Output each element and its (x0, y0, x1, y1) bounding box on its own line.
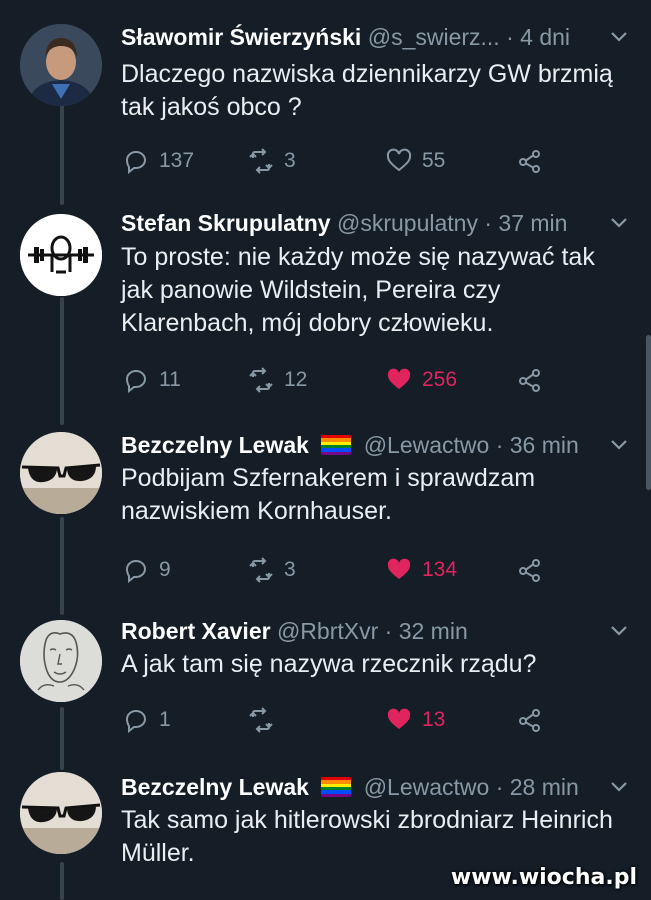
tweet-actions: 9 3 134 (121, 555, 631, 585)
author-handle[interactable]: @Lewactwo (364, 774, 490, 800)
chevron-down-icon[interactable] (609, 26, 629, 46)
reply-button[interactable]: 137 (123, 146, 194, 176)
retweet-count: 3 (284, 149, 296, 172)
retweet-count: 3 (284, 558, 296, 581)
retweet-icon (249, 707, 273, 733)
retweet-button[interactable] (248, 705, 284, 735)
reply-button[interactable]: 11 (123, 365, 181, 395)
tweet-actions: 1 13 (121, 705, 631, 735)
heart-outline-icon (386, 148, 412, 172)
author-name[interactable]: Robert Xavier (121, 618, 271, 644)
avatar[interactable] (20, 772, 102, 854)
like-count: 55 (422, 149, 446, 172)
tweet-header: Stefan Skrupulatny @skrupulatny · 37 min (121, 208, 631, 238)
rainbow-flag-icon (321, 435, 352, 455)
retweet-button[interactable]: 12 (248, 365, 307, 395)
tweet-text: A jak tam się nazywa rzecznik rządu? (121, 650, 537, 678)
thread-line (60, 517, 64, 615)
share-button[interactable] (517, 365, 543, 395)
share-button[interactable] (517, 705, 543, 735)
reply-icon (125, 151, 146, 174)
tweet-text: To proste: nie każdy może się nazywać ta… (121, 243, 595, 337)
author-name[interactable]: Bezczelny Lewak (121, 774, 309, 800)
heart-filled-icon (387, 708, 411, 729)
chevron-down-icon[interactable] (609, 212, 629, 232)
like-button[interactable]: 55 (386, 146, 445, 176)
author-name[interactable]: Stefan Skrupulatny (121, 210, 331, 236)
reply-count: 11 (159, 368, 181, 391)
man-portrait-avatar-icon (20, 24, 102, 106)
retweet-count: 12 (284, 368, 308, 391)
avatar[interactable] (20, 432, 102, 514)
tweet-time[interactable]: · 28 min (496, 774, 579, 800)
like-count: 134 (422, 558, 458, 581)
retweet-button[interactable]: 3 (248, 146, 296, 176)
weightlifter-logo-avatar-icon (20, 214, 102, 296)
tweet-text: Podbijam Szfernakerem i sprawdzam nazwis… (121, 464, 536, 525)
author-name[interactable]: Sławomir Świerzyński (121, 24, 361, 50)
avatar[interactable] (20, 214, 102, 296)
thread-line (60, 105, 64, 205)
scrollbar[interactable] (646, 335, 651, 490)
tweet-time[interactable]: · 37 min (484, 210, 567, 236)
sunglasses-avatar-icon (20, 772, 102, 854)
thread-line (60, 297, 64, 425)
author-handle[interactable]: @RbrtXvr (277, 618, 378, 644)
thread-line (60, 707, 64, 770)
chevron-down-icon[interactable] (609, 434, 629, 454)
watermark: www.wiocha.pl (450, 865, 637, 890)
like-button[interactable]: 256 (386, 365, 457, 395)
like-count: 256 (422, 368, 458, 391)
share-icon (519, 369, 540, 392)
share-button[interactable] (517, 146, 543, 176)
reply-icon (125, 560, 146, 583)
like-button[interactable]: 134 (386, 555, 457, 585)
sunglasses-avatar-icon (20, 432, 102, 514)
reply-icon (125, 370, 146, 393)
author-handle[interactable]: @Lewactwo (364, 432, 490, 458)
share-icon (519, 559, 540, 582)
tweet-actions: 11 12 256 (121, 365, 631, 395)
rainbow-flag-icon (321, 777, 352, 797)
author-name[interactable]: Bezczelny Lewak (121, 432, 309, 458)
heart-filled-icon (387, 368, 411, 389)
tweet-time[interactable]: · 4 dni (506, 24, 570, 50)
heart-filled-icon (387, 558, 411, 579)
reply-button[interactable]: 9 (123, 555, 171, 585)
share-icon (519, 150, 540, 173)
thread-line (60, 862, 64, 900)
avatar[interactable] (20, 620, 102, 702)
share-button[interactable] (517, 555, 543, 585)
author-handle[interactable]: @skrupulatny (337, 210, 478, 236)
sketch-face-avatar-icon (20, 620, 102, 702)
tweet-text: Tak samo jak hitlerowski zbrodniarz Hein… (121, 806, 613, 867)
tweet-text: Dlaczego nazwiska dziennikarzy GW brzmią… (121, 60, 613, 121)
chevron-down-icon[interactable] (609, 776, 629, 796)
reply-count: 9 (159, 558, 171, 581)
reply-count: 137 (159, 149, 195, 172)
tweet-actions: 137 3 55 (121, 146, 631, 176)
tweet-header: Bezczelny Lewak @Lewactwo · 36 min (121, 430, 631, 460)
reply-count: 1 (159, 708, 171, 731)
retweet-icon (249, 557, 273, 583)
tweet-header: Sławomir Świerzyński @s_swierz... · 4 dn… (121, 22, 631, 52)
tweet-header: Robert Xavier @RbrtXvr · 32 min (121, 616, 631, 646)
tweet-time[interactable]: · 36 min (496, 432, 579, 458)
retweet-icon (249, 367, 273, 393)
retweet-icon (249, 148, 273, 174)
reply-icon (125, 710, 146, 733)
like-button[interactable]: 13 (386, 705, 445, 735)
reply-button[interactable]: 1 (123, 705, 171, 735)
tweet-time[interactable]: · 32 min (385, 618, 468, 644)
avatar[interactable] (20, 24, 102, 106)
like-count: 13 (422, 708, 446, 731)
retweet-button[interactable]: 3 (248, 555, 296, 585)
chevron-down-icon[interactable] (609, 620, 629, 640)
author-handle[interactable]: @s_swierz... (368, 24, 500, 50)
share-icon (519, 709, 540, 732)
tweet-header: Bezczelny Lewak @Lewactwo · 28 min (121, 772, 631, 802)
